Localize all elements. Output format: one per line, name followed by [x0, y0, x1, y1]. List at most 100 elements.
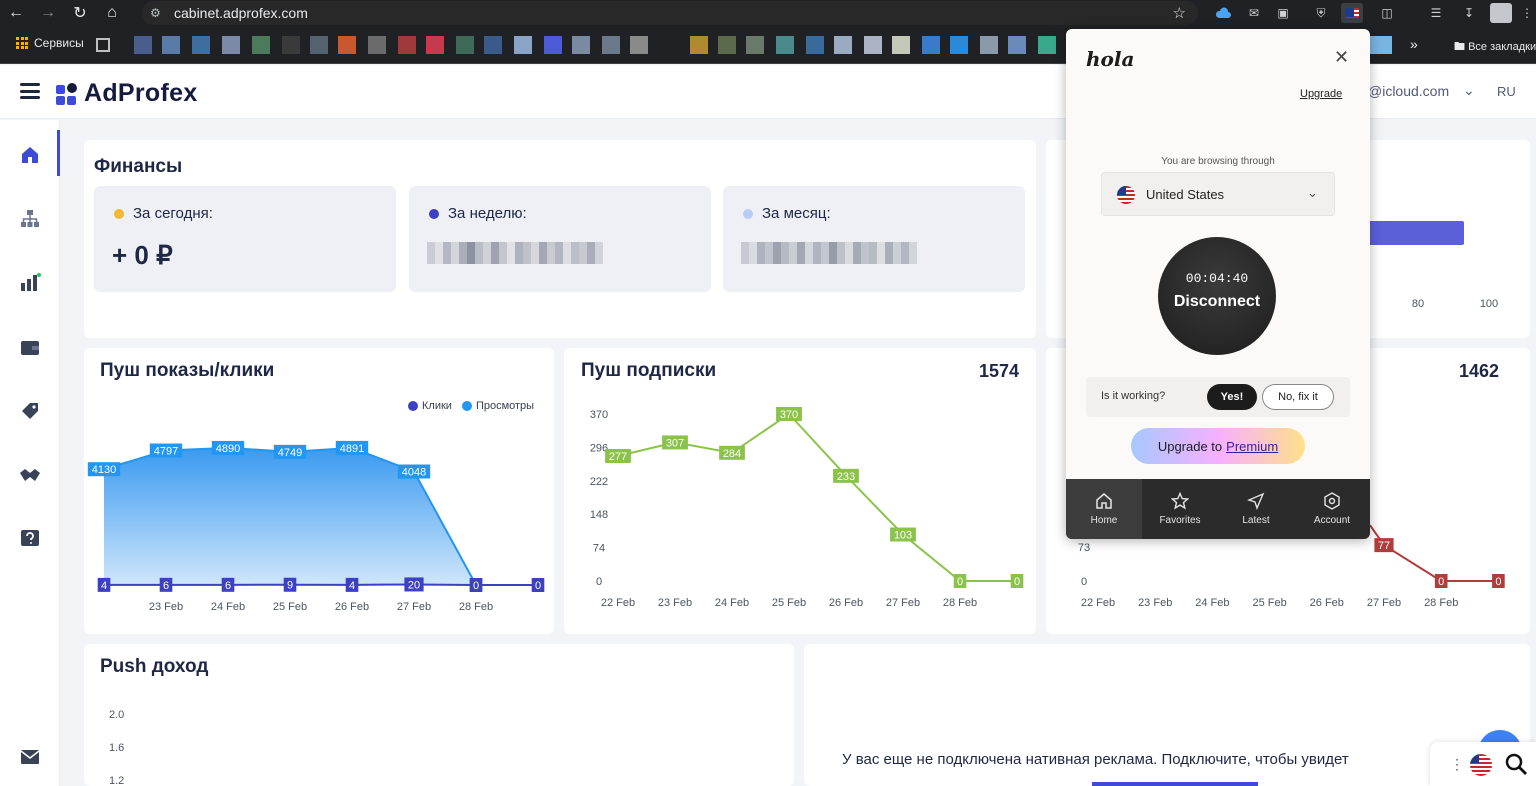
subs-point-label: 307: [666, 437, 684, 449]
bookmark-tile[interactable]: [806, 36, 824, 54]
bookmark-tile[interactable]: [222, 36, 240, 54]
bookmark-tile[interactable]: [484, 36, 502, 54]
shield-extension-icon[interactable]: ⛨: [1310, 3, 1332, 23]
yes-button[interactable]: Yes!: [1207, 384, 1257, 410]
y-tick-label: 370: [590, 409, 608, 421]
sidebar-home-icon[interactable]: [19, 144, 41, 166]
x-tick-label: 28 Feb: [1424, 597, 1458, 609]
stats-chart-icon[interactable]: [19, 272, 41, 294]
country-value: United States: [1146, 187, 1225, 202]
x-tick-label: 25 Feb: [273, 601, 307, 613]
us-flag-icon[interactable]: [1470, 754, 1492, 776]
wallet-icon[interactable]: [19, 336, 41, 358]
language-switch[interactable]: RU: [1497, 84, 1516, 99]
search-icon[interactable]: [1504, 752, 1528, 776]
mail-extension-icon[interactable]: ✉: [1243, 3, 1265, 23]
bookmark-tile[interactable]: [746, 36, 764, 54]
country-select[interactable]: United States ⌄: [1101, 172, 1335, 216]
hola-upgrade-link[interactable]: Upgrade: [1300, 88, 1342, 100]
bookmark-tile[interactable]: [864, 36, 882, 54]
reload-icon[interactable]: ↻: [64, 0, 96, 26]
bookmark-star-icon[interactable]: ☆: [1173, 4, 1186, 22]
push-income-chart: 2.0 1.6 1.2: [109, 709, 124, 786]
bookmark-tile[interactable]: [134, 36, 152, 54]
close-icon[interactable]: ✕: [1334, 47, 1349, 68]
disconnect-button[interactable]: 00:04:40 Disconnect: [1158, 237, 1276, 355]
views-area: [104, 447, 538, 585]
download-icon[interactable]: ↧: [1458, 3, 1480, 23]
bookmark-tile[interactable]: [368, 36, 386, 54]
hola-tab-home[interactable]: Home: [1066, 479, 1142, 539]
is-it-working-bar: Is it working? Yes! No, fix it: [1086, 377, 1350, 417]
menu-icon[interactable]: ⋮: [1516, 3, 1536, 23]
help-icon[interactable]: [19, 528, 41, 550]
screen-extension-icon[interactable]: ▣: [1272, 3, 1294, 23]
cloud-extension-icon[interactable]: [1212, 3, 1234, 23]
bookmark-tile[interactable]: [398, 36, 416, 54]
logo[interactable]: AdProfex: [56, 79, 198, 108]
finance-title: Финансы: [94, 156, 183, 177]
bookmark-tile[interactable]: [1370, 36, 1392, 54]
extensions-puzzle-icon[interactable]: ◫: [1376, 3, 1398, 23]
upgrade-premium-button[interactable]: Upgrade to Premium: [1131, 428, 1305, 464]
bookmark-tile[interactable]: [310, 36, 328, 54]
tag-icon[interactable]: [19, 400, 41, 422]
bookmark-tile[interactable]: [1008, 36, 1026, 54]
bar-mark: [1366, 221, 1464, 245]
bookmark-tile[interactable]: [776, 36, 794, 54]
subs-point-label: 0: [957, 576, 963, 588]
all-bookmarks[interactable]: 🖿 Все закладки: [1454, 38, 1536, 57]
menu-burger-icon[interactable]: [20, 83, 40, 99]
bookmark-tile[interactable]: [630, 36, 648, 54]
more-options-icon[interactable]: ⋮: [1450, 756, 1464, 773]
native-ads-message: У вас еще не подключена нативная реклама…: [842, 751, 1349, 768]
bookmark-tile[interactable]: [922, 36, 940, 54]
bookmark-tile[interactable]: [456, 36, 474, 54]
bookmark-tile[interactable]: [252, 36, 270, 54]
bookmark-tile[interactable]: [1038, 36, 1056, 54]
clicks-point-label: 4: [349, 580, 355, 592]
bookmark-tile[interactable]: [690, 36, 708, 54]
profile-avatar[interactable]: [1490, 3, 1512, 23]
fix-it-button[interactable]: No, fix it: [1262, 384, 1334, 410]
bookmarks-more-icon[interactable]: »: [1410, 36, 1418, 52]
hola-tab-latest[interactable]: Latest: [1218, 479, 1294, 539]
x-tick-label: 27 Feb: [886, 597, 920, 609]
connection-timer: 00:04:40: [1185, 271, 1249, 286]
back-icon[interactable]: ←: [0, 0, 32, 26]
bookmark-tile[interactable]: [514, 36, 532, 54]
bookmark-tile[interactable]: [192, 36, 210, 54]
handshake-icon[interactable]: [19, 464, 41, 486]
bookmark-tile[interactable]: [950, 36, 968, 54]
mail-icon[interactable]: [19, 746, 41, 768]
media-icon[interactable]: ☰: [1425, 3, 1447, 23]
bookmark-tile[interactable]: [602, 36, 620, 54]
sitemap-icon[interactable]: [19, 208, 41, 230]
hola-tab-latest-label: Latest: [1242, 515, 1270, 526]
bookmark-tile[interactable]: [282, 36, 300, 54]
home-icon[interactable]: ⌂: [96, 0, 128, 26]
tab-groups-icon[interactable]: [96, 38, 110, 52]
bookmark-tile[interactable]: [544, 36, 562, 54]
address-bar[interactable]: ⚙ cabinet.adprofex.com ☆: [142, 1, 1198, 25]
user-email[interactable]: @icloud.com: [1368, 83, 1449, 99]
hola-tab-account[interactable]: Account: [1294, 479, 1370, 539]
bookmark-tile[interactable]: [162, 36, 180, 54]
bookmark-apps[interactable]: Сервисы: [16, 36, 84, 50]
bookmark-tile[interactable]: [718, 36, 736, 54]
bookmark-tile[interactable]: [980, 36, 998, 54]
bookmark-tile[interactable]: [892, 36, 910, 54]
disconnect-label: Disconnect: [1173, 293, 1261, 310]
forward-icon[interactable]: →: [32, 0, 64, 26]
month-value-blurred: [741, 242, 917, 264]
bookmark-tile[interactable]: [338, 36, 356, 54]
site-settings-icon[interactable]: ⚙: [150, 6, 174, 20]
hola-extension-icon[interactable]: [1341, 3, 1363, 23]
chevron-down-icon[interactable]: ⌄: [1463, 82, 1475, 99]
bookmark-tile[interactable]: [426, 36, 444, 54]
native-connect-button[interactable]: [1092, 782, 1258, 786]
finance-week-box: За неделю:: [409, 186, 711, 292]
bookmark-tile[interactable]: [834, 36, 852, 54]
hola-tab-favorites[interactable]: Favorites: [1142, 479, 1218, 539]
bookmark-tile[interactable]: [572, 36, 590, 54]
